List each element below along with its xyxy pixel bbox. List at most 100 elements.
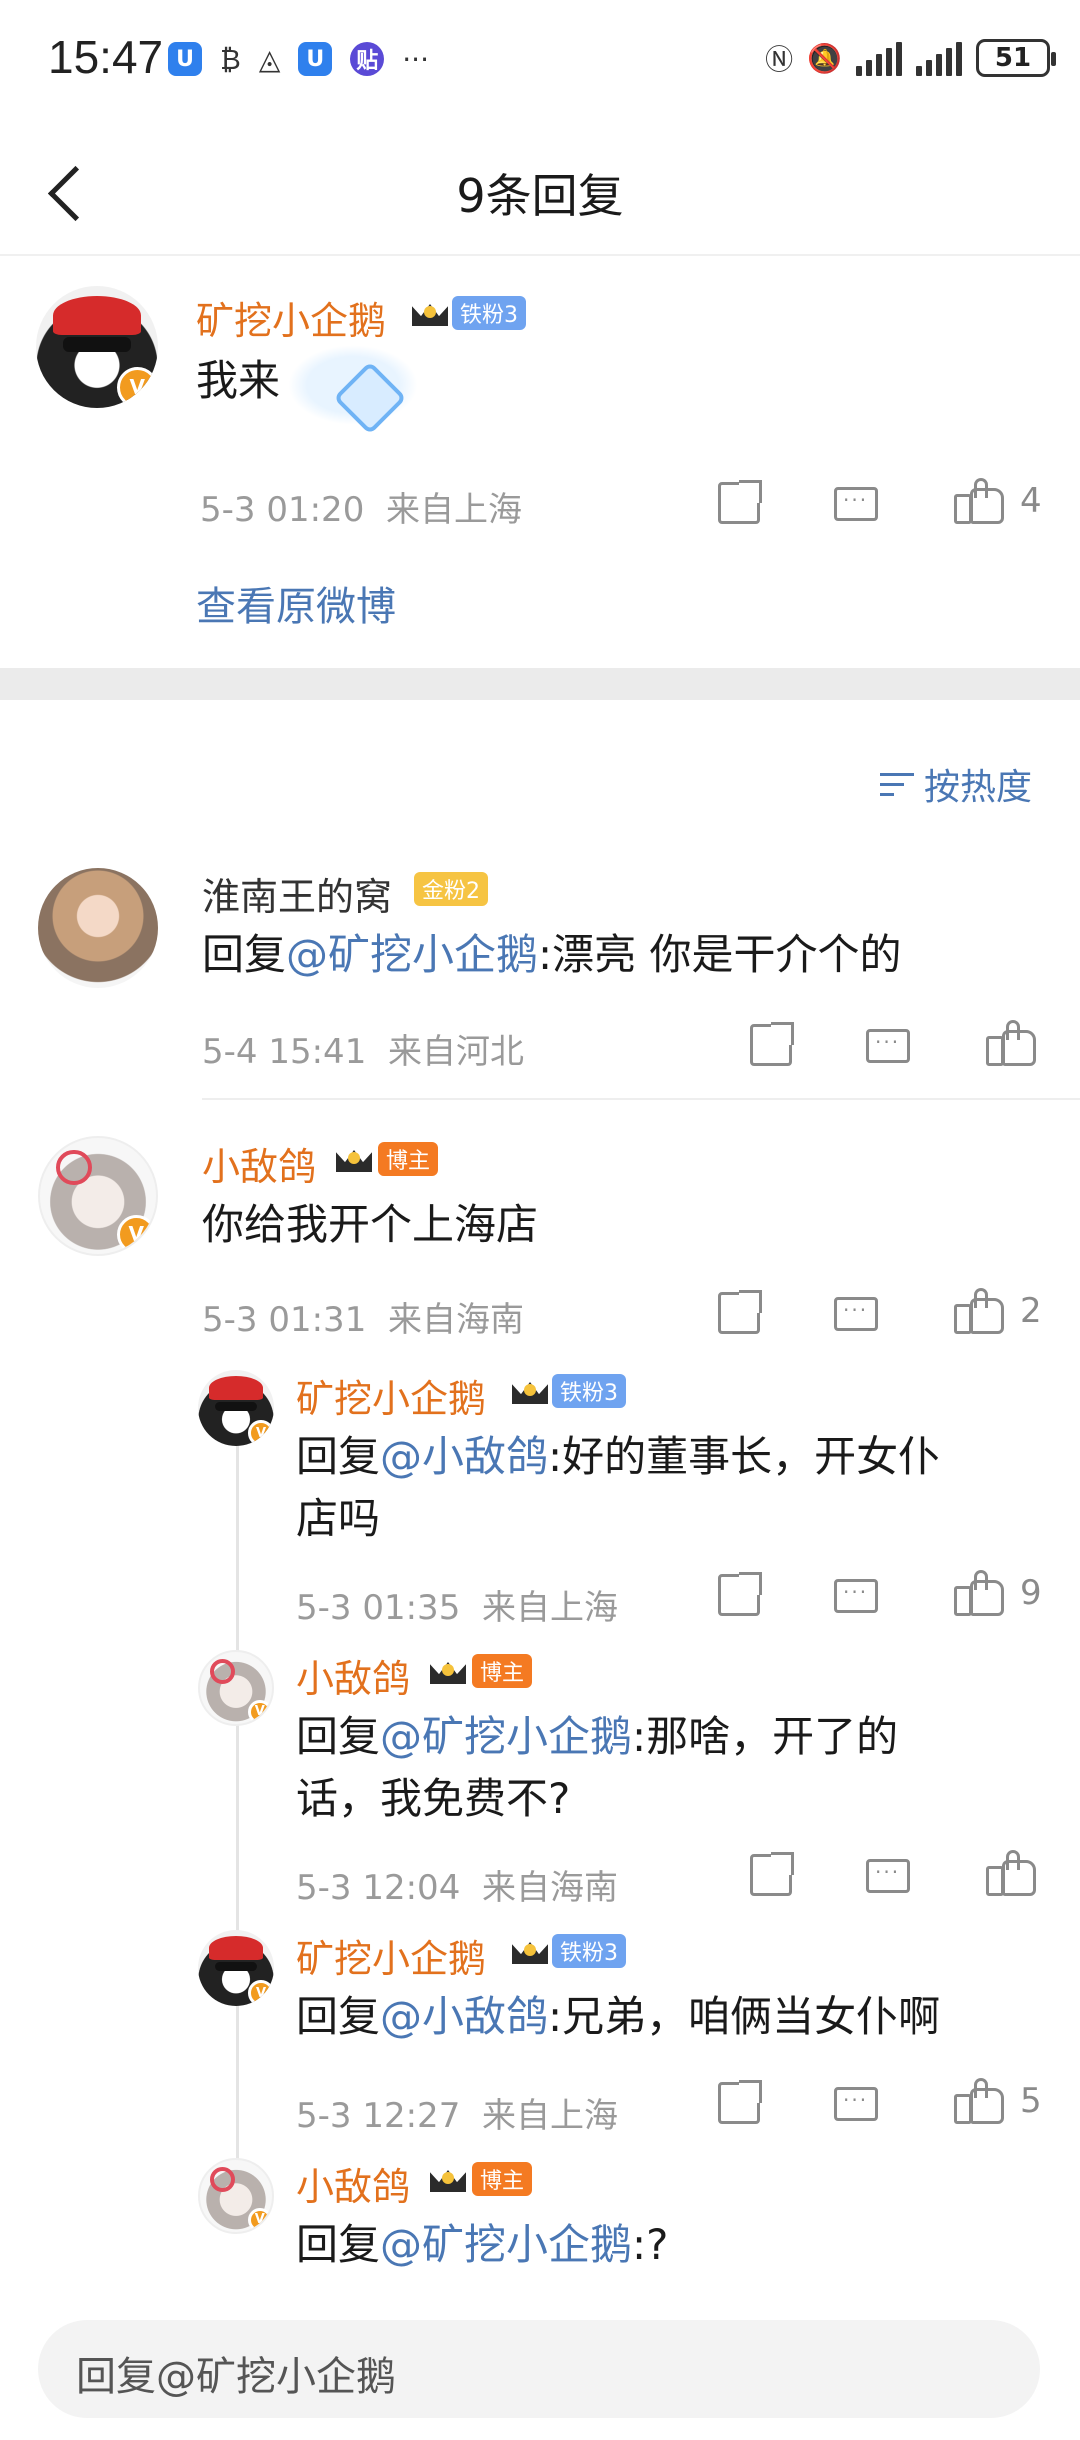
comment-actions: 9	[718, 1568, 1042, 1618]
comment-location: 来自海南	[387, 1300, 524, 1340]
username[interactable]: 小敌鸽	[202, 1136, 316, 1191]
comment-text: 回复@矿挖小企鹅:?	[296, 2214, 1056, 2276]
comment-text: 你给我开个上海店	[202, 1200, 539, 1249]
app-notification-icon: U	[168, 42, 202, 76]
mention-link[interactable]: @矿挖小企鹅	[380, 1712, 632, 1761]
share-icon[interactable]	[718, 1572, 762, 1616]
comment-location: 来自海南	[481, 1868, 618, 1908]
avatar[interactable]: V	[38, 1136, 158, 1256]
share-icon[interactable]	[718, 1290, 762, 1334]
like-icon[interactable]	[952, 476, 1004, 526]
comment-location: 来自上海	[385, 490, 522, 530]
share-icon[interactable]	[750, 1852, 794, 1896]
comment-icon[interactable]	[866, 1859, 910, 1893]
reply-body: :漂亮 你是干介个的	[538, 930, 902, 979]
username[interactable]: 小敌鸽	[296, 2156, 410, 2211]
verified-icon: V	[248, 1420, 274, 1446]
reply-body: :好的董事长，开女仆	[548, 1432, 941, 1481]
username[interactable]: 淮南王的窝	[202, 866, 392, 921]
verified-icon: V	[116, 1214, 156, 1254]
thread-line	[236, 1440, 239, 2180]
mention-link[interactable]: @小敌鸽	[380, 1432, 548, 1481]
comment-meta: 5-3 01:31 来自海南	[202, 1292, 524, 1341]
sort-label: 按热度	[923, 767, 1032, 808]
comment-time: 5-3 01:31	[202, 1300, 367, 1340]
system-status: Ⓝ 🔕 51	[765, 38, 1056, 78]
reply-body: :兄弟，咱俩当女仆啊	[548, 1992, 941, 2041]
reply-input-placeholder: 回复@矿挖小企鹅	[76, 2354, 396, 2400]
reply-input[interactable]: 回复@矿挖小企鹅	[38, 2320, 1040, 2418]
share-icon[interactable]	[718, 480, 762, 524]
crown-icon	[428, 1650, 468, 1684]
fan-badge: 铁粉3	[452, 296, 526, 330]
comment-meta: 5-4 15:41 来自河北	[202, 1024, 524, 1073]
signal-icon	[916, 40, 962, 76]
like-count: 9	[1020, 1573, 1042, 1613]
comment-meta: 5-3 01:35 来自上海	[296, 1580, 618, 1629]
reply-prefix: 回复	[296, 2220, 381, 2269]
username[interactable]: 小敌鸽	[296, 1648, 410, 1703]
comment-actions	[750, 1848, 1036, 1898]
avatar[interactable]: V	[198, 1930, 274, 2006]
mention-link[interactable]: @矿挖小企鹅	[286, 930, 538, 979]
avatar[interactable]: V	[36, 286, 158, 408]
avatar[interactable]: V	[198, 1370, 274, 1446]
bitcoin-icon: ₿	[220, 42, 241, 76]
crown-icon	[510, 1370, 550, 1404]
comment-icon[interactable]	[834, 487, 878, 521]
view-original-link[interactable]: 查看原微博	[196, 574, 396, 632]
reply-body-continued: 店吗	[296, 1494, 381, 1543]
reply-prefix: 回复	[296, 1992, 381, 2041]
reply-body-continued: 话，我免费不?	[296, 1774, 571, 1823]
app-notification-icon: U	[298, 42, 333, 76]
mention-link[interactable]: @矿挖小企鹅	[380, 2220, 632, 2269]
reply-body: :?	[632, 2220, 669, 2269]
crown-icon	[428, 2158, 468, 2192]
comment-time: 5-3 01:20	[200, 490, 365, 530]
like-icon[interactable]	[952, 1286, 1004, 1336]
username[interactable]: 矿挖小企鹅	[296, 1928, 486, 1983]
divider	[202, 1098, 1080, 1100]
comment-text: 回复@矿挖小企鹅:漂亮 你是干介个的	[202, 924, 902, 986]
username[interactable]: 矿挖小企鹅	[196, 290, 386, 345]
avatar[interactable]: V	[198, 1650, 274, 1726]
comment-meta: 5-3 01:20 来自上海	[200, 482, 522, 531]
sort-button[interactable]: 按热度	[879, 758, 1032, 810]
reply-body: :那啥，开了的	[632, 1712, 899, 1761]
app-notification-icon: ◬	[258, 42, 281, 76]
like-count: 4	[1020, 481, 1042, 521]
username[interactable]: 矿挖小企鹅	[296, 1368, 486, 1423]
share-icon[interactable]	[718, 2080, 762, 2124]
comment-location: 来自河北	[387, 1032, 524, 1072]
comment-time: 5-4 15:41	[202, 1032, 367, 1072]
like-icon[interactable]	[952, 2076, 1004, 2126]
avatar[interactable]	[38, 868, 158, 988]
blogger-badge: 博主	[472, 2162, 533, 2196]
comment-actions	[750, 1018, 1036, 1068]
comment-icon[interactable]	[866, 1029, 910, 1063]
share-icon[interactable]	[750, 1022, 794, 1066]
reply-prefix: 回复	[296, 1712, 381, 1761]
notification-icons: U ₿ ◬ U 贴 ···	[168, 42, 429, 76]
crown-icon	[410, 292, 450, 326]
like-icon[interactable]	[984, 1018, 1036, 1068]
battery-icon: 51	[976, 39, 1056, 77]
avatar[interactable]: V	[198, 2158, 274, 2234]
comment-icon[interactable]	[834, 1579, 878, 1613]
section-divider	[0, 668, 1080, 700]
comment-icon[interactable]	[834, 2087, 878, 2121]
verified-icon: V	[116, 366, 158, 408]
verified-icon: V	[247, 2207, 272, 2232]
comment-meta: 5-3 12:27 来自上海	[296, 2088, 618, 2137]
comment-text: 我来	[196, 356, 281, 405]
comment-icon[interactable]	[834, 1297, 878, 1331]
mention-link[interactable]: @小敌鸽	[380, 1992, 548, 2041]
like-icon[interactable]	[952, 1568, 1004, 1618]
comment-text: 回复@小敌鸽:好的董事长，开女仆 店吗	[296, 1426, 1026, 1550]
signal-icon	[856, 40, 902, 76]
like-icon[interactable]	[984, 1848, 1036, 1898]
comment-meta: 5-3 12:04 来自海南	[296, 1860, 618, 1909]
more-notifications-icon: ···	[402, 42, 429, 76]
sort-icon	[879, 771, 914, 797]
comment-text: 回复@矿挖小企鹅:那啥，开了的话，我免费不?	[296, 1706, 1026, 1830]
